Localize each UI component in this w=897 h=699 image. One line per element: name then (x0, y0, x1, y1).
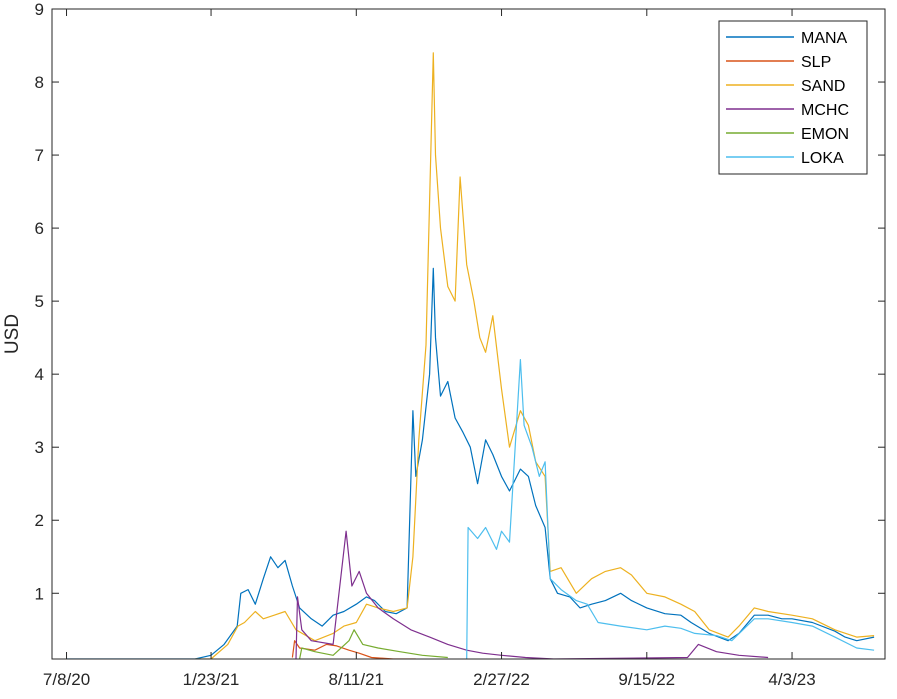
x-tick-label: 9/15/22 (618, 670, 675, 689)
y-tick-label: 2 (35, 511, 44, 530)
y-tick-label: 8 (35, 73, 44, 92)
legend-label-mchc: MCHC (801, 102, 849, 119)
y-tick-label: 7 (35, 146, 44, 165)
x-tick-label: 7/8/20 (43, 670, 90, 689)
legend-label-emon: EMON (801, 126, 849, 143)
legend-label-slp: SLP (801, 54, 831, 71)
y-tick-label: 9 (35, 0, 44, 19)
x-tick-label: 2/27/22 (473, 670, 530, 689)
y-axis-label: USD (2, 314, 23, 354)
y-tick-label: 5 (35, 292, 44, 311)
series-line-mana (66, 267, 875, 659)
y-tick-label: 4 (35, 365, 44, 384)
legend: MANA SLP SAND MCHC EMON LOKA (718, 20, 868, 175)
y-tick-label: 3 (35, 438, 44, 457)
y-tick-label: 1 (35, 584, 44, 603)
legend-label-sand: SAND (801, 78, 845, 95)
x-axis: 7/8/20 1/23/21 8/11/21 2/27/22 9/15/22 4/3/23 (43, 9, 816, 689)
y-tick-label: 6 (35, 219, 44, 238)
series-line-mchc (295, 530, 769, 659)
line-chart: 1 2 3 4 5 6 7 8 9 7/8/20 1/23/21 8/11/21 2/27/22 9/1… (2, 0, 886, 689)
series-line-emon (299, 629, 448, 659)
x-tick-label: 1/23/21 (183, 670, 240, 689)
series-line-slp (291, 640, 416, 659)
legend-label-mana: MANA (801, 30, 848, 47)
x-tick-label: 8/11/21 (329, 670, 384, 689)
legend-label-loka: LOKA (801, 150, 844, 167)
x-tick-label: 4/3/23 (768, 670, 815, 689)
